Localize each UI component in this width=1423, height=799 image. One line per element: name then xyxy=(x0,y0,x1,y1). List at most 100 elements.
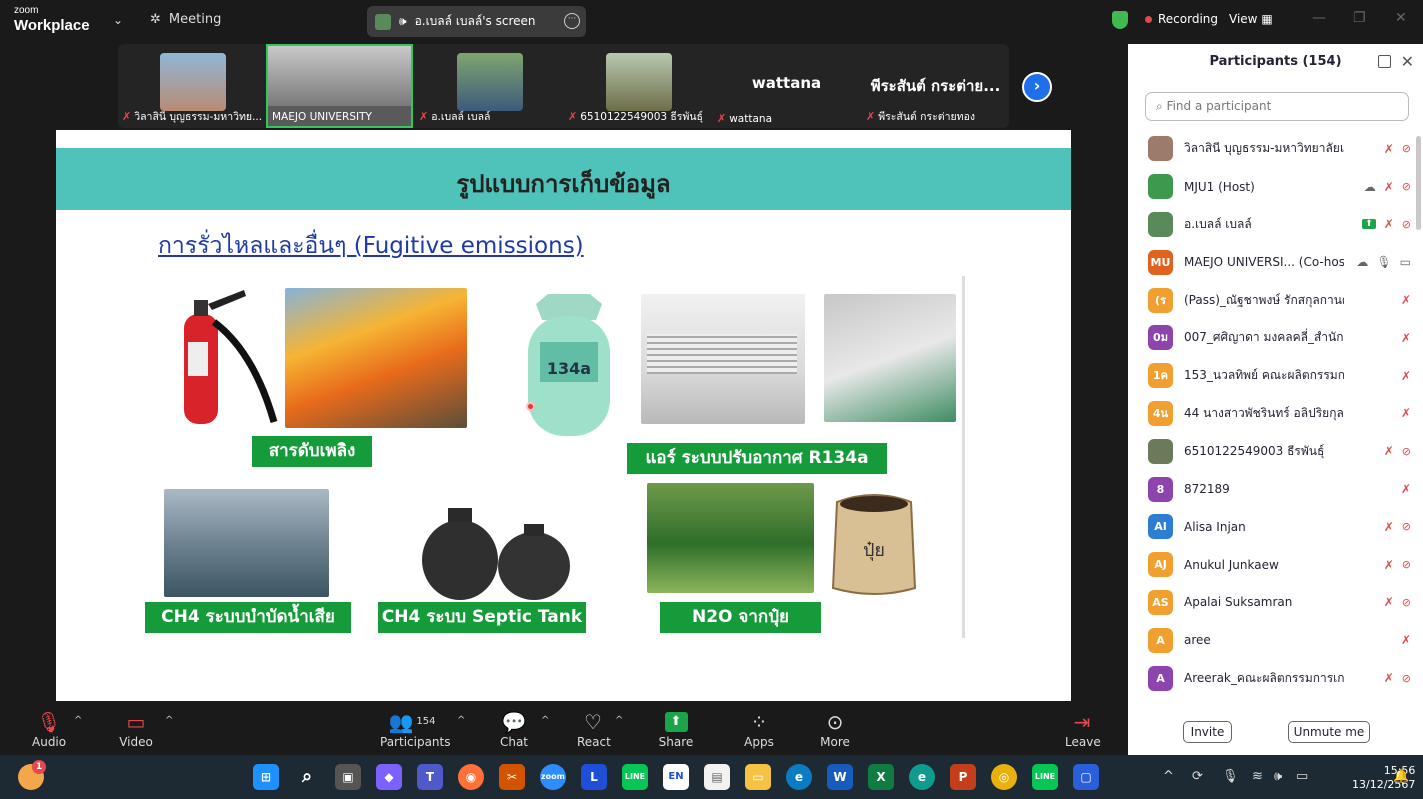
more-button[interactable]: ⊙ More xyxy=(818,709,852,749)
minimize-icon[interactable]: — xyxy=(1312,10,1326,26)
audio-options-caret-icon[interactable]: ^ xyxy=(74,715,82,726)
participant-search-input[interactable]: ⌕ Find a participant xyxy=(1145,92,1409,121)
teams-icon[interactable]: T xyxy=(417,764,443,790)
screen-share-icon[interactable]: ⬆ xyxy=(1362,219,1376,230)
participant-row[interactable]: MJU1 (Host) ☁ ✗ ⊘ xyxy=(1128,168,1415,206)
meeting-menu[interactable]: ✲ Meeting xyxy=(150,12,221,27)
participant-row[interactable]: AS Apalai Suksamran ✗ ⊘ xyxy=(1128,584,1415,622)
video-off-icon[interactable]: ⊘ xyxy=(1402,218,1411,231)
zoom-app-icon[interactable]: zoom xyxy=(540,764,566,790)
file-explorer-icon[interactable]: ▭ xyxy=(745,764,771,790)
task-view-icon[interactable]: ▣ xyxy=(335,764,361,790)
mic-off-icon[interactable]: ✗ xyxy=(1401,482,1411,496)
participant-row[interactable]: AI Alisa Injan ✗ ⊘ xyxy=(1128,508,1415,546)
maximize-icon[interactable]: ❐ xyxy=(1353,10,1366,26)
mic-on-icon[interactable]: 🎙 xyxy=(1376,255,1391,269)
mic-off-icon[interactable]: ✗ xyxy=(1384,671,1394,685)
snipping-tool-icon[interactable]: ✂ xyxy=(499,764,525,790)
invite-button[interactable]: Invite xyxy=(1183,721,1232,743)
apps-button[interactable]: ⁘ Apps xyxy=(744,709,774,749)
tray-mic-icon[interactable]: 🎙 xyxy=(1222,769,1239,784)
video-tile[interactable]: ✗ 6510122549003 ธีรพันธุ์ xyxy=(564,44,711,128)
mic-off-icon[interactable]: ✗ xyxy=(1384,444,1394,458)
line-app-icon[interactable]: LINE xyxy=(622,764,648,790)
participants-caret-icon[interactable]: ^ xyxy=(457,715,465,726)
participant-row[interactable]: 6510122549003 ธีรพันธุ์ ✗ ⊘ xyxy=(1128,432,1415,470)
wifi-icon[interactable]: ≋ xyxy=(1252,769,1263,784)
mic-off-icon[interactable]: ✗ xyxy=(1384,217,1394,231)
firefox-icon[interactable]: ◉ xyxy=(458,764,484,790)
tray-chevron-icon[interactable]: ^ xyxy=(1163,769,1174,784)
participant-row[interactable]: MU MAEJO UNIVERSI... (Co-host) ☁ 🎙 ▭ xyxy=(1128,243,1415,281)
view-button[interactable]: View ▦ xyxy=(1229,12,1273,26)
video-on-icon[interactable]: ▭ xyxy=(1400,255,1411,269)
screen-share-pill[interactable]: 🕪 อ.เบลล์ เบลล์'s screen ··· xyxy=(367,6,586,37)
cloud-recording-icon[interactable]: ☁ xyxy=(1364,180,1376,194)
mic-off-icon[interactable]: ✗ xyxy=(1384,520,1394,534)
video-tile[interactable]: ✗ วิลาสินี บุญธรรม-มหาวิทย... xyxy=(118,44,265,128)
video-off-icon[interactable]: ⊘ xyxy=(1402,180,1411,193)
en-language-icon[interactable]: EN xyxy=(663,764,689,790)
video-off-icon[interactable]: ⊘ xyxy=(1402,445,1411,458)
video-tile[interactable]: พีระสันต์ กระต่าย... ✗ พีระสันต์ กระต่ายท… xyxy=(862,44,1009,128)
share-button[interactable]: ⬆ Share xyxy=(658,709,694,749)
popout-icon[interactable] xyxy=(1378,55,1391,68)
volume-icon[interactable]: 🕪 xyxy=(1274,769,1282,784)
participant-row[interactable]: AAreerak_คณะผลิตกรรมการเกษตร✗⊘ xyxy=(1128,659,1415,697)
participant-row[interactable]: 4น 44 นางสาวพัชรินทร์ อลิปริยกุล คณะผลิต.… xyxy=(1128,395,1415,433)
video-tile-active-speaker[interactable]: MAEJO UNIVERSITY xyxy=(266,44,413,128)
notifications-bell-icon[interactable]: 🔔 xyxy=(1393,769,1409,784)
l-app-icon[interactable]: L xyxy=(581,764,607,790)
react-button[interactable]: ♡ React xyxy=(577,709,611,749)
leave-button[interactable]: ⇥ Leave xyxy=(1065,709,1101,749)
participant-row[interactable]: อ.เบลล์ เบลล์ ⬆ ✗ ⊘ xyxy=(1128,206,1415,244)
edge-dev-icon[interactable]: e xyxy=(909,764,935,790)
security-shield-icon[interactable] xyxy=(1112,11,1128,29)
next-page-arrow-icon[interactable]: › xyxy=(1022,72,1052,102)
cloud-recording-icon[interactable]: ☁ xyxy=(1356,255,1368,269)
video-tile[interactable]: ✗ อ.เบลล์ เบลล์ xyxy=(415,44,562,128)
word-icon[interactable]: W xyxy=(827,764,853,790)
chat-button[interactable]: 💬 Chat xyxy=(498,709,530,749)
video-off-icon[interactable]: ⊘ xyxy=(1402,558,1411,571)
search-taskbar-icon[interactable]: ⌕ xyxy=(294,764,320,790)
unmute-me-button[interactable]: Unmute me xyxy=(1288,721,1370,743)
video-off-icon[interactable]: ⊘ xyxy=(1402,672,1411,685)
video-button[interactable]: ▭ Video xyxy=(119,709,153,749)
copilot-icon[interactable]: ◆ xyxy=(376,764,402,790)
sync-icon[interactable]: ⟳ xyxy=(1192,769,1203,784)
participants-button[interactable]: 👥 154 Participants xyxy=(380,709,451,749)
participant-row[interactable]: 1ค 153_นวลทิพย์ คณะผลิตกรรมการเกษตร ✗ xyxy=(1128,357,1415,395)
close-panel-icon[interactable]: ✕ xyxy=(1401,52,1414,71)
mic-off-icon[interactable]: ✗ xyxy=(1384,595,1394,609)
vpn-app-icon[interactable]: ▢ xyxy=(1073,764,1099,790)
mic-off-icon[interactable]: ✗ xyxy=(1401,369,1411,383)
mic-off-icon[interactable]: ✗ xyxy=(1401,293,1411,307)
mic-off-icon[interactable]: ✗ xyxy=(1401,633,1411,647)
excel-icon[interactable]: X xyxy=(868,764,894,790)
line-app-2-icon[interactable]: LINE xyxy=(1032,764,1058,790)
close-window-icon[interactable]: ✕ xyxy=(1395,10,1407,26)
video-tile[interactable]: wattana ✗ wattana xyxy=(713,44,860,128)
video-off-icon[interactable]: ⊘ xyxy=(1402,596,1411,609)
mic-off-icon[interactable]: ✗ xyxy=(1401,406,1411,420)
video-off-icon[interactable]: ⊘ xyxy=(1402,520,1411,533)
mic-off-icon[interactable]: ✗ xyxy=(1401,331,1411,345)
more-options-icon[interactable]: ··· xyxy=(564,13,580,29)
start-windows-icon[interactable]: ⊞ xyxy=(253,764,279,790)
recording-indicator[interactable]: Recording xyxy=(1145,12,1218,26)
chrome-icon[interactable]: ◎ xyxy=(991,764,1017,790)
audio-button[interactable]: 🎙 Audio xyxy=(32,709,66,749)
video-off-icon[interactable]: ⊘ xyxy=(1402,142,1411,155)
chevron-down-icon[interactable]: ⌄ xyxy=(113,13,123,27)
mic-off-icon[interactable]: ✗ xyxy=(1384,142,1394,156)
widgets-icon[interactable]: 1 xyxy=(18,760,46,790)
react-caret-icon[interactable]: ^ xyxy=(615,715,623,726)
chat-caret-icon[interactable]: ^ xyxy=(541,715,549,726)
participant-row[interactable]: AJ Anukul Junkaew ✗ ⊘ xyxy=(1128,546,1415,584)
document-icon[interactable]: ▤ xyxy=(704,764,730,790)
scrollbar[interactable] xyxy=(1416,136,1421,230)
video-options-caret-icon[interactable]: ^ xyxy=(165,715,173,726)
participant-row[interactable]: 8 872189 ✗ xyxy=(1128,470,1415,508)
participant-row[interactable]: Aaree ✗ xyxy=(1128,621,1415,659)
